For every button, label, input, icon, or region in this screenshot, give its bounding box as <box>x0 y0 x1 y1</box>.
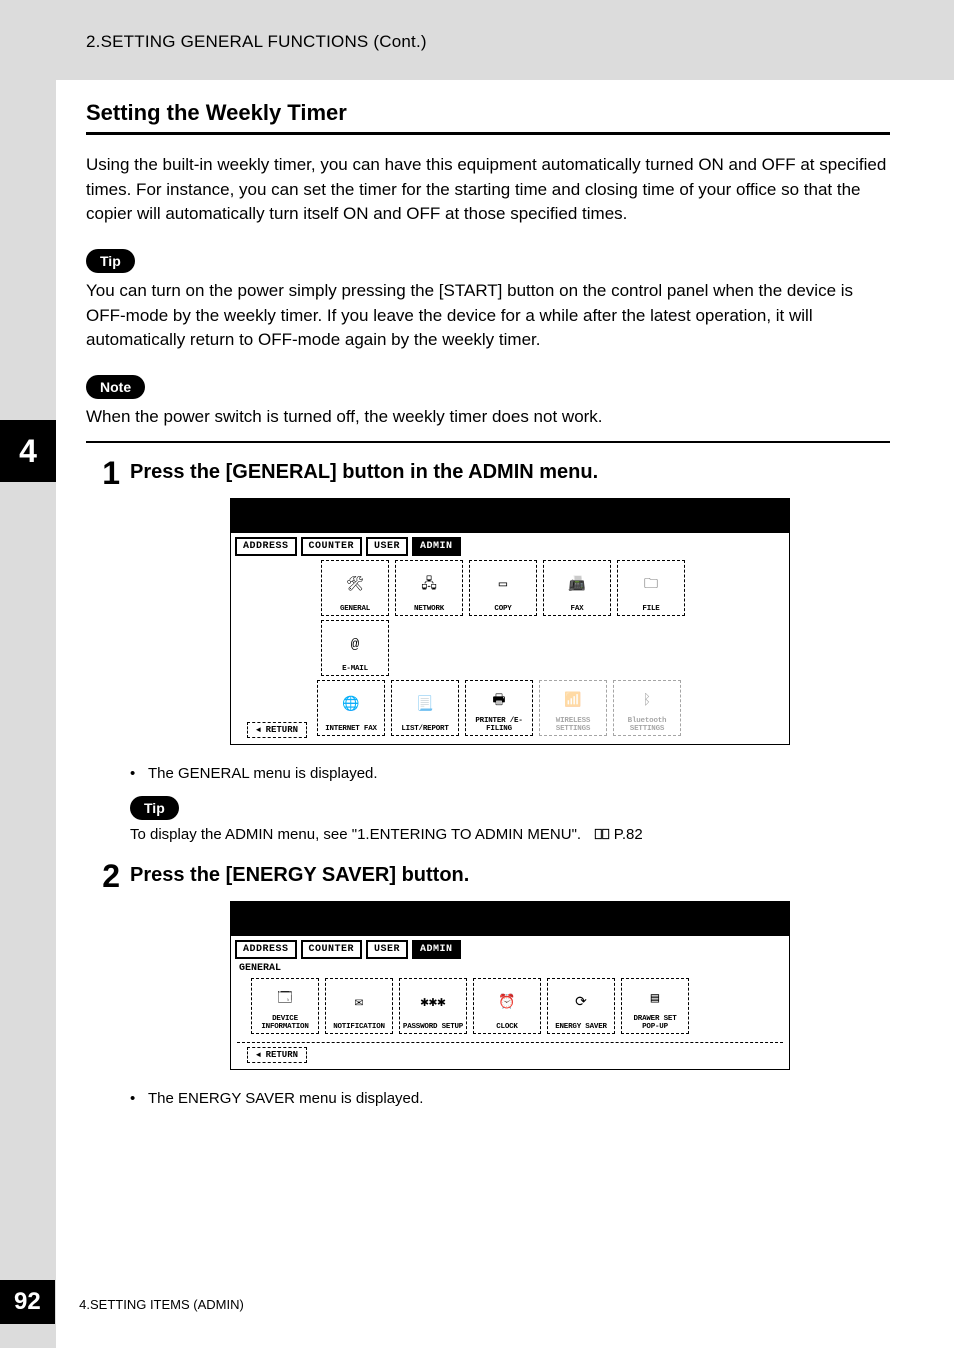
btn-general[interactable]: 🛠GENERAL <box>321 560 389 616</box>
step-number: 2 <box>86 860 130 1080</box>
step1-tip-body: To display the ADMIN menu, see "1.ENTERI… <box>130 826 581 843</box>
btn-fax[interactable]: 📠FAX <box>543 560 611 616</box>
btn-wireless[interactable]: 📶WIRELESS SETTINGS <box>539 680 607 736</box>
btn-email[interactable]: @E-MAIL <box>321 620 389 676</box>
tip-label: Tip <box>86 249 135 273</box>
section-intro: Using the built-in weekly timer, you can… <box>86 153 890 227</box>
lcd-titlebar <box>231 902 789 936</box>
btn-password[interactable]: ✱✱✱PASSWORD SETUP <box>399 978 467 1034</box>
return-button[interactable]: RETURN <box>247 1047 307 1063</box>
btn-printer-efiling[interactable]: 🖶PRINTER /E-FILING <box>465 680 533 736</box>
printer-icon: 🖶 <box>492 689 505 713</box>
note-text: When the power switch is turned off, the… <box>86 405 890 430</box>
page-left-band <box>0 0 56 1348</box>
note-label: Note <box>86 375 145 399</box>
content-area: Setting the Weekly Timer Using the built… <box>86 100 890 1121</box>
file-icon: 🗀 <box>644 573 658 597</box>
step2-bullet: •The ENERGY SAVER menu is displayed. <box>130 1090 890 1107</box>
btn-energy-saver[interactable]: ⟳ENERGY SAVER <box>547 978 615 1034</box>
btn-bluetooth[interactable]: ᛒBluetooth SETTINGS <box>613 680 681 736</box>
step1-page-ref: P.82 <box>614 826 643 843</box>
device-icon: 🗔 <box>277 987 292 1011</box>
lcd-screenshot-1: ADDRESS COUNTER USER ADMIN 🛠GENERAL 🖧NET… <box>230 498 790 745</box>
tab-address[interactable]: ADDRESS <box>235 940 297 959</box>
lcd-tabs: ADDRESS COUNTER USER ADMIN <box>231 936 789 959</box>
tab-counter[interactable]: COUNTER <box>301 940 363 959</box>
section-rule <box>86 132 890 135</box>
tab-user[interactable]: USER <box>366 537 408 556</box>
step2-bullet-text: The ENERGY SAVER menu is displayed. <box>148 1090 423 1107</box>
drawer-icon: ▤ <box>651 990 659 1007</box>
footer-text: 4.SETTING ITEMS (ADMIN) <box>79 1297 244 1312</box>
general-icon: 🛠 <box>346 576 364 593</box>
network-icon: 🖧 <box>421 573 437 597</box>
bluetooth-icon: ᛒ <box>643 693 651 709</box>
return-button[interactable]: RETURN <box>247 722 307 738</box>
page-number: 92 <box>0 1280 55 1324</box>
step1-tip-label: Tip <box>130 796 179 820</box>
tab-address[interactable]: ADDRESS <box>235 537 297 556</box>
step-2: 2 Press the [ENERGY SAVER] button. ADDRE… <box>86 860 890 1080</box>
notify-icon: ✉ <box>355 994 363 1011</box>
email-icon: @ <box>351 637 359 653</box>
divider-rule <box>86 441 890 443</box>
password-icon: ✱✱✱ <box>420 994 445 1011</box>
lcd-tabs: ADDRESS COUNTER USER ADMIN <box>231 533 789 556</box>
lcd-breadcrumb: GENERAL <box>231 959 789 974</box>
step1-tip-text: To display the ADMIN menu, see "1.ENTERI… <box>130 826 890 844</box>
btn-file[interactable]: 🗀FILE <box>617 560 685 616</box>
btn-internet-fax[interactable]: 🌐INTERNET FAX <box>317 680 385 736</box>
btn-clock[interactable]: ⏰CLOCK <box>473 978 541 1034</box>
copy-icon: ▭ <box>499 576 507 593</box>
tab-user[interactable]: USER <box>366 940 408 959</box>
step1-bullet: •The GENERAL menu is displayed. <box>130 765 890 782</box>
step-number: 1 <box>86 457 130 755</box>
btn-drawer-popup[interactable]: ▤DRAWER SET POP-UP <box>621 978 689 1034</box>
step-1: 1 Press the [GENERAL] button in the ADMI… <box>86 457 890 755</box>
fax-icon: 📠 <box>568 576 585 593</box>
lcd-grid-row2: 🌐INTERNET FAX 📃LIST/REPORT 🖶PRINTER /E-F… <box>317 680 789 744</box>
lcd-grid-row1: 🛠GENERAL 🖧NETWORK ▭COPY 📠FAX 🗀FILE @E-MA… <box>231 556 789 680</box>
section-title: Setting the Weekly Timer <box>86 100 890 126</box>
step1-bullet-text: The GENERAL menu is displayed. <box>148 765 378 782</box>
step-heading: Press the [ENERGY SAVER] button. <box>130 864 890 887</box>
wireless-icon: 📶 <box>564 692 581 709</box>
tab-admin[interactable]: ADMIN <box>412 940 461 959</box>
page-footer: 92 4.SETTING ITEMS (ADMIN) <box>0 1280 954 1324</box>
header-breadcrumb: 2.SETTING GENERAL FUNCTIONS (Cont.) <box>86 32 427 52</box>
btn-copy[interactable]: ▭COPY <box>469 560 537 616</box>
btn-list-report[interactable]: 📃LIST/REPORT <box>391 680 459 736</box>
ifax-icon: 🌐 <box>342 696 359 713</box>
energy-icon: ⟳ <box>575 994 587 1011</box>
chapter-tab: 4 <box>0 420 56 482</box>
tip-text: You can turn on the power simply pressin… <box>86 279 890 353</box>
btn-notification[interactable]: ✉NOTIFICATION <box>325 978 393 1034</box>
book-icon <box>594 827 610 844</box>
lcd-titlebar <box>231 499 789 533</box>
step-heading: Press the [GENERAL] button in the ADMIN … <box>130 461 890 484</box>
tab-counter[interactable]: COUNTER <box>301 537 363 556</box>
btn-network[interactable]: 🖧NETWORK <box>395 560 463 616</box>
tab-admin[interactable]: ADMIN <box>412 537 461 556</box>
clock-icon: ⏰ <box>498 994 515 1011</box>
list-icon: 📃 <box>416 696 433 713</box>
btn-device-info[interactable]: 🗔DEVICE INFORMATION <box>251 978 319 1034</box>
lcd-grid: 🗔DEVICE INFORMATION ✉NOTIFICATION ✱✱✱PAS… <box>231 974 789 1040</box>
lcd-screenshot-2: ADDRESS COUNTER USER ADMIN GENERAL 🗔DEVI… <box>230 901 790 1070</box>
